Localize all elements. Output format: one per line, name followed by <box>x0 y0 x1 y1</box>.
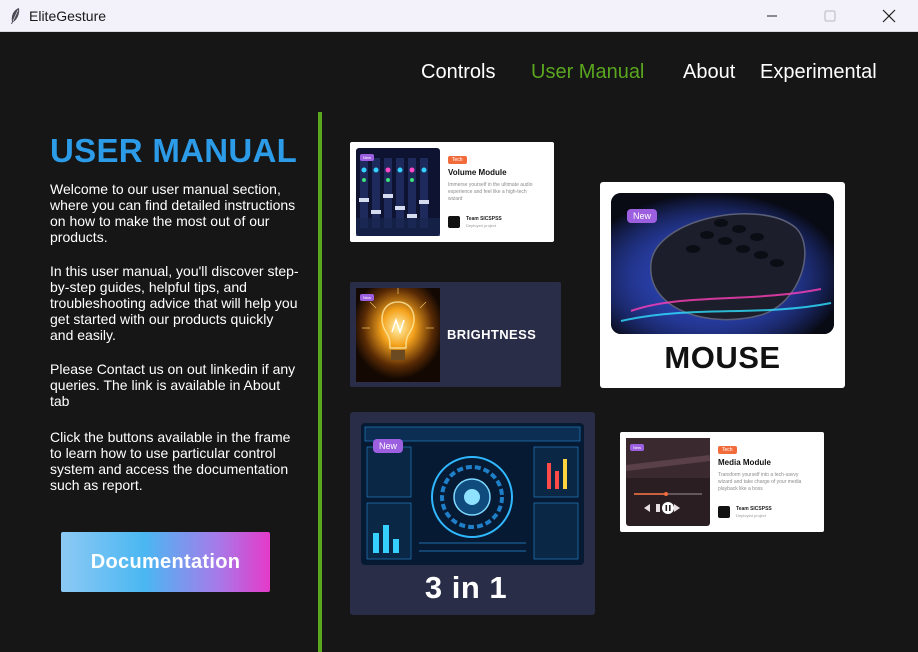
maximize-icon <box>824 10 836 22</box>
close-button[interactable] <box>866 0 912 32</box>
intro-paragraph: Welcome to our user manual section, wher… <box>50 181 296 245</box>
feather-icon <box>11 8 20 24</box>
author-avatar <box>718 506 730 518</box>
author-name: Team SICSPSS <box>466 216 502 222</box>
new-badge: New <box>360 154 375 161</box>
contact-paragraph: Please Contact us on out linkedin if any… <box>50 361 296 409</box>
brightness-card[interactable]: New BRIGHTNESS <box>350 282 561 387</box>
title-bar: EliteGesture <box>0 0 918 32</box>
nav-user-manual[interactable]: User Manual <box>531 61 644 84</box>
card-label: BRIGHTNESS <box>447 327 537 342</box>
media-player-image <box>626 438 710 526</box>
media-module-card[interactable]: New Tech Media Module Transform yourself… <box>620 432 824 532</box>
mixer-image <box>356 148 440 236</box>
instructions-paragraph: Click the buttons available in the frame… <box>50 429 291 493</box>
nav-controls[interactable]: Controls <box>421 61 495 84</box>
mouse-card[interactable]: New MOUSE <box>600 182 845 388</box>
maximize-button[interactable] <box>807 0 853 32</box>
author-avatar <box>448 216 460 228</box>
author-subtitle: Deployed project <box>466 223 497 228</box>
volume-module-card[interactable]: New Tech Volume Module Immerse yourself … <box>350 142 554 242</box>
nav-experimental[interactable]: Experimental <box>760 61 877 84</box>
category-tag: Tech <box>718 446 737 454</box>
app-window: Controls User Manual About Experimental … <box>0 33 918 652</box>
vertical-divider <box>318 112 322 652</box>
category-tag: Tech <box>448 156 467 164</box>
three-in-one-card[interactable]: New 3 in 1 <box>350 412 595 615</box>
new-badge: New <box>630 444 645 451</box>
light-bulb-image <box>356 288 440 382</box>
minimize-button[interactable] <box>749 0 795 32</box>
new-badge: New <box>627 209 658 223</box>
guide-paragraph: In this user manual, you'll discover ste… <box>50 263 299 343</box>
close-icon <box>882 9 896 23</box>
card-label: 3 in 1 <box>424 570 508 605</box>
page-title: USER MANUAL <box>50 132 298 169</box>
author-name: Team SICSPSS <box>736 506 772 512</box>
window-title: EliteGesture <box>29 8 107 24</box>
nav-about[interactable]: About <box>683 61 735 84</box>
new-badge: New <box>360 294 375 301</box>
minimize-icon <box>767 15 777 17</box>
new-badge: New <box>373 439 404 453</box>
card-title: Media Module <box>718 458 771 467</box>
card-description: Immerse yourself in the ultimate audio e… <box>448 182 533 202</box>
author-subtitle: Deployed project <box>736 513 767 518</box>
card-label: MOUSE <box>664 340 781 375</box>
card-title: Volume Module <box>448 168 507 177</box>
manual-panel: USER MANUAL Welcome to our user manual s… <box>50 133 300 511</box>
documentation-button[interactable]: Documentation <box>61 532 270 592</box>
card-description: Transform yourself into a tech-savvy wiz… <box>718 472 802 492</box>
